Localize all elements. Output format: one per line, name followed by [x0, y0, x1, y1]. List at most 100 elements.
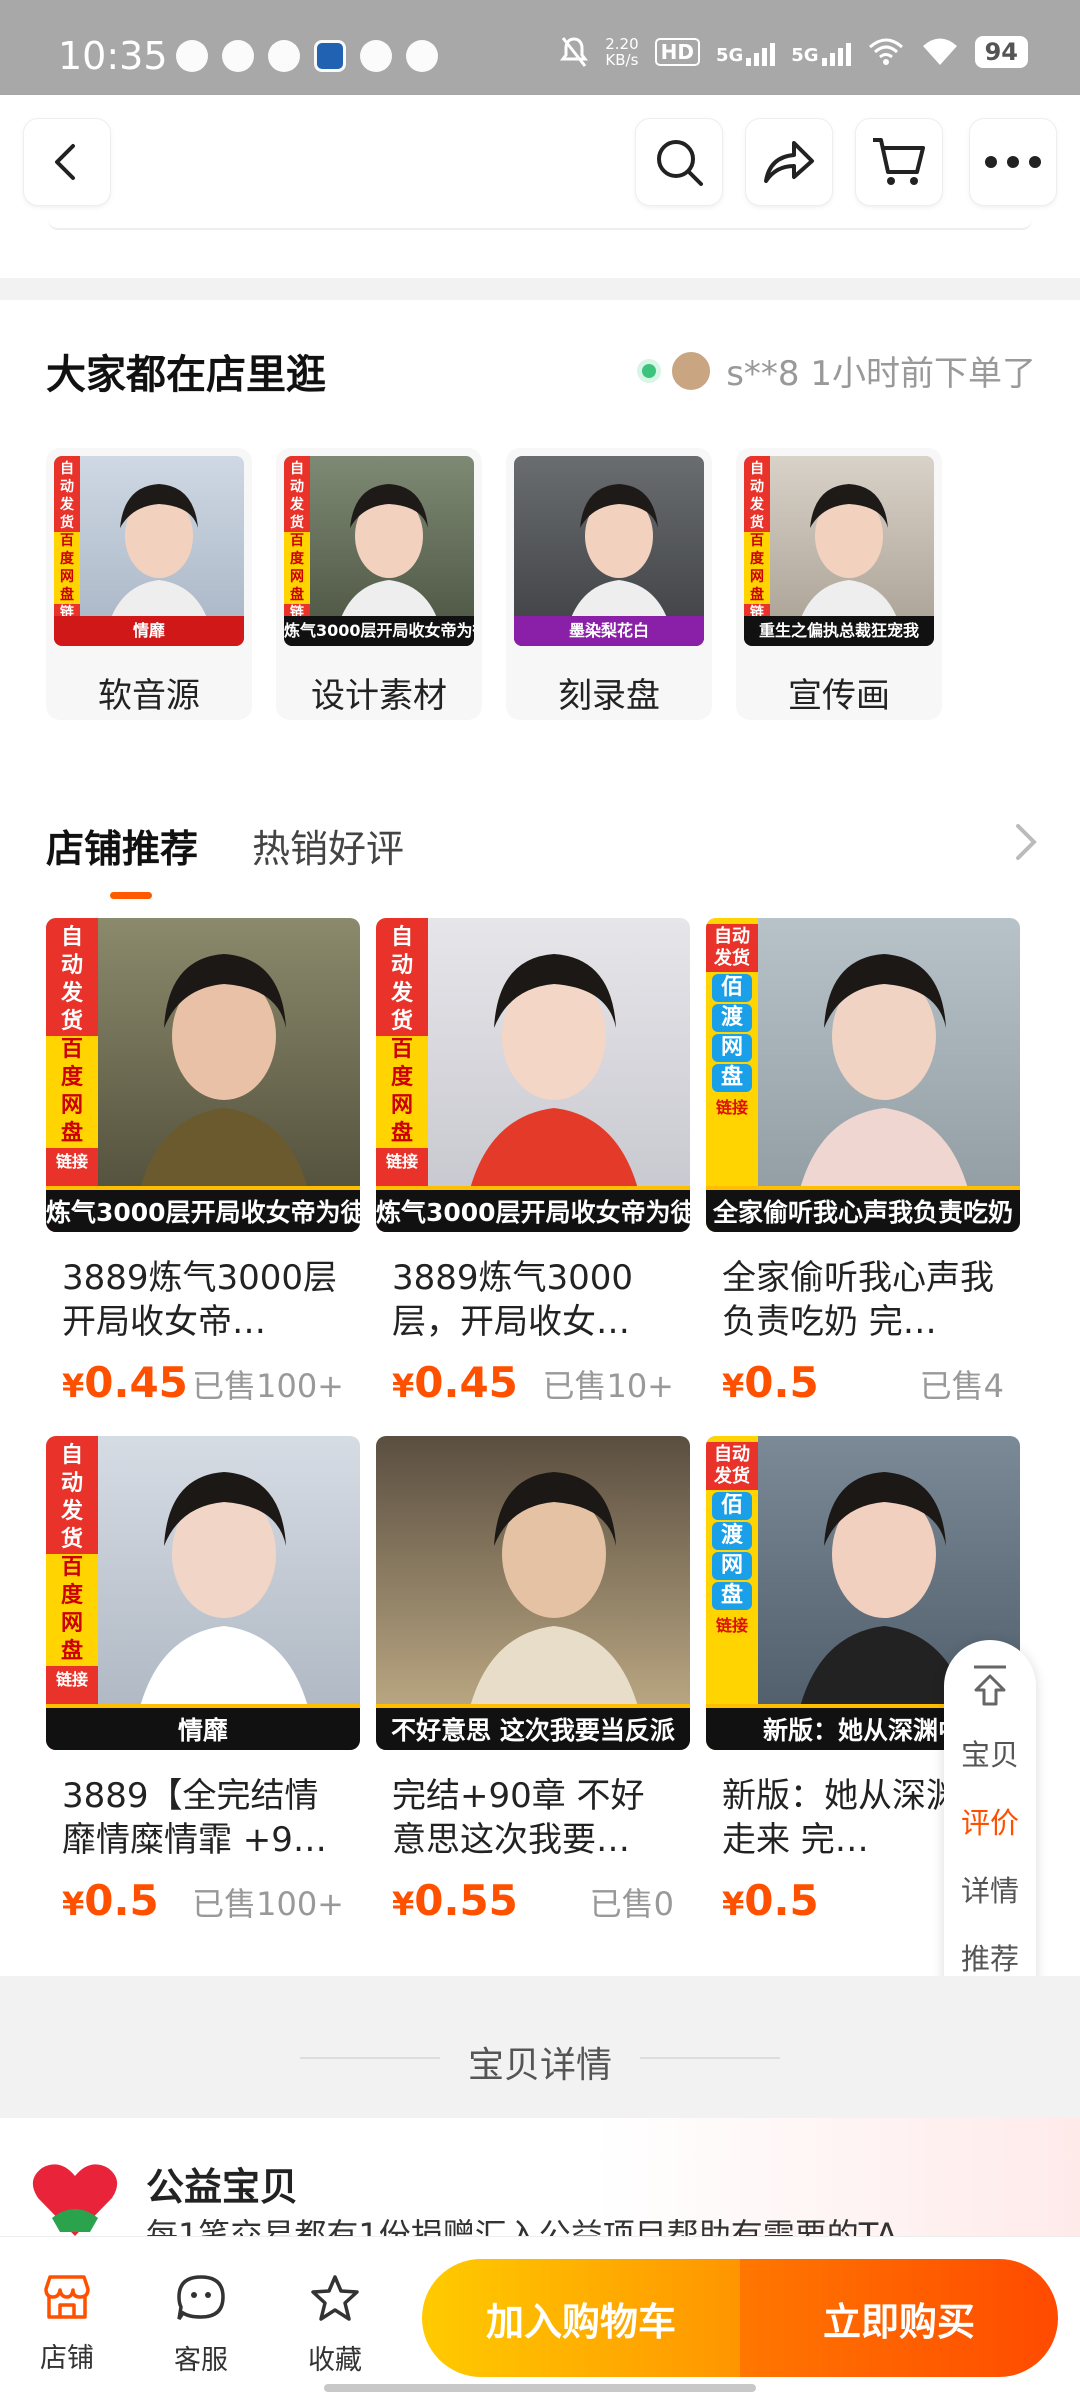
- category-label: 宣传画: [788, 676, 890, 716]
- tag-char: 盘: [46, 1638, 98, 1666]
- mute-bell-icon: [560, 37, 589, 67]
- back-to-top-icon[interactable]: [970, 1664, 1010, 1706]
- category-label: 软音源: [98, 676, 200, 716]
- tag-char: 动: [390, 953, 413, 978]
- buy-now-button[interactable]: 立即购买: [740, 2259, 1058, 2377]
- category-banner: 重生之偏执总裁狂宠我: [744, 616, 934, 646]
- more-button[interactable]: [970, 119, 1056, 205]
- tag-char: 自: [750, 461, 764, 477]
- detail-section-title: 宝贝详情: [467, 2045, 612, 2086]
- tag-char: 自: [290, 461, 304, 477]
- product-meta: ¥0.45 已售100+: [62, 1358, 344, 1407]
- currency-symbol: ¥: [392, 1885, 415, 1923]
- shop-button[interactable]: 店铺: [22, 2273, 112, 2375]
- product-image: 自动发货百度网盘链接 情靡: [46, 1436, 360, 1750]
- sold-count: 已售100+: [192, 1367, 344, 1405]
- product-price: ¥0.5: [722, 1876, 819, 1925]
- search-button[interactable]: [636, 119, 722, 205]
- signal-label: 5G: [715, 45, 744, 66]
- category-thumbnail: 自动发货百度网盘链接 情靡: [54, 456, 244, 646]
- weibo-icon: [268, 40, 300, 72]
- tag-char: 度: [46, 1582, 98, 1610]
- back-button[interactable]: [24, 119, 110, 205]
- favorite-button[interactable]: 收藏: [290, 2273, 380, 2377]
- tab-shop-recommend[interactable]: 店铺推荐: [46, 818, 198, 899]
- home-indicator[interactable]: [324, 2384, 756, 2392]
- category-thumbnail: 墨染梨花白: [514, 456, 704, 646]
- search-icon: [657, 140, 703, 186]
- more-dots-icon: [985, 156, 1041, 168]
- tag-char: 盘: [46, 1120, 98, 1148]
- product-banner: 炼气3000层开局收女帝为徒: [376, 1186, 690, 1232]
- category-banner: 炼气3000层开局收女帝为徒: [284, 616, 474, 646]
- tag-char: 货: [750, 515, 764, 531]
- shop-icon: [44, 2275, 90, 2319]
- tab-hot-reviews[interactable]: 热销好评: [252, 818, 404, 873]
- chevron-left-icon: [55, 144, 75, 180]
- tag-char: 网: [54, 568, 80, 586]
- section-gap: [0, 278, 1080, 300]
- category-label: 刻录盘: [558, 676, 660, 716]
- tag-char: 度: [54, 550, 80, 568]
- status-bar: 10:35 2.20 KB/s HD 5G 5G 94: [0, 0, 1080, 95]
- currency-symbol: ¥: [722, 1367, 745, 1405]
- price-value: 0.5: [84, 1876, 159, 1925]
- product-meta: ¥0.5 已售4: [722, 1358, 1004, 1407]
- service-button[interactable]: 客服: [156, 2273, 246, 2377]
- product-title: 3889炼气3000层开局收女帝…: [62, 1258, 338, 1342]
- share-button[interactable]: [746, 119, 832, 205]
- product-image: 自动发货百度网盘链接 炼气3000层开局收女帝为徒: [376, 918, 690, 1232]
- charity-heart-icon: [32, 2164, 118, 2236]
- tag-char: 货: [60, 515, 74, 531]
- product-price: ¥0.5: [722, 1358, 819, 1407]
- product-title: 完结+90章 不好意思这次我要…: [392, 1776, 645, 1860]
- tag-char: 货: [290, 515, 304, 531]
- tag-char: 动: [290, 479, 304, 495]
- category-card[interactable]: 自动发货百度网盘链接 情靡 软音源: [46, 448, 252, 720]
- ticker-text: s**8 1小时前下单了: [726, 354, 1036, 394]
- product-banner: 炼气3000层开局收女帝为徒: [46, 1186, 360, 1232]
- signal-2: 5G: [791, 38, 851, 66]
- tag-char: 度: [284, 550, 310, 568]
- product-card[interactable]: 自动发货百度网盘链接 炼气3000层开局收女帝为徒 3889炼气3000层，开局…: [376, 918, 690, 1407]
- wechat-icon: [222, 40, 254, 72]
- side-nav-item-recommend[interactable]: 推荐: [961, 1936, 1019, 1978]
- tag-char: 百: [744, 532, 770, 550]
- product-card[interactable]: 自动发货百度网盘链接 炼气3000层开局收女帝为徒 3889炼气3000层开局收…: [46, 918, 360, 1407]
- category-card[interactable]: 自动发货百度网盘链接 炼气3000层开局收女帝为徒 设计素材: [276, 448, 482, 720]
- product-image: 不好意思 这次我要当反派: [376, 1436, 690, 1750]
- category-card[interactable]: 自动发货百度网盘链接 重生之偏执总裁狂宠我 宣传画: [736, 448, 942, 720]
- product-banner: 全家偷听我心声我负责吃奶: [706, 1186, 1020, 1232]
- chevron-right-icon[interactable]: [1012, 820, 1040, 864]
- product-title: 3889【全完结情靡情糜情霏 +9…: [62, 1776, 327, 1860]
- product-price: ¥0.45: [62, 1358, 188, 1407]
- signal-label: 5G: [791, 45, 819, 66]
- side-nav-item-details[interactable]: 详情: [961, 1868, 1019, 1910]
- cart-button[interactable]: [856, 119, 942, 205]
- product-price: ¥0.5: [62, 1876, 159, 1925]
- bottom-action-bar: 店铺 客服 收藏 加入购物车 立即购买: [0, 2236, 1080, 2400]
- sold-count: 已售4: [919, 1367, 1004, 1405]
- tag-char: 链接: [55, 1670, 88, 1689]
- tag-char: 百: [376, 1036, 428, 1064]
- price-value: 0.45: [414, 1358, 518, 1407]
- product-card[interactable]: 自动发货佰渡网盘链接 全家偷听我心声我负责吃奶 全家偷听我心声我负责吃奶 完… …: [706, 918, 1020, 1407]
- category-card[interactable]: 墨染梨花白 刻录盘: [506, 448, 712, 720]
- side-nav-item-reviews[interactable]: 评价: [961, 1800, 1019, 1842]
- product-banner: 情靡: [46, 1704, 360, 1750]
- side-nav-item-item[interactable]: 宝贝: [961, 1732, 1019, 1774]
- signal-1: 5G: [715, 38, 776, 66]
- order-ticker: s**8 1小时前下单了: [642, 346, 1036, 395]
- tag-char: 动: [750, 479, 764, 495]
- sold-count: 已售100+: [192, 1885, 344, 1923]
- product-card[interactable]: 自动发货百度网盘链接 情靡 3889【全完结情靡情糜情霏 +9… ¥0.5 已售…: [46, 1436, 360, 1925]
- hotspot-icon: [868, 38, 903, 65]
- live-dot-icon: [642, 363, 657, 378]
- tag-char: 网: [46, 1610, 98, 1638]
- add-to-cart-button[interactable]: 加入购物车: [422, 2259, 740, 2377]
- product-card[interactable]: 不好意思 这次我要当反派 完结+90章 不好意思这次我要… ¥0.55 已售0: [376, 1436, 690, 1925]
- tag-char: 盘: [54, 586, 80, 604]
- shop-browse-title: 大家都在店里逛: [46, 352, 326, 398]
- tag-char: 盘: [712, 1064, 752, 1092]
- favorite-button-label: 收藏: [308, 2345, 362, 2376]
